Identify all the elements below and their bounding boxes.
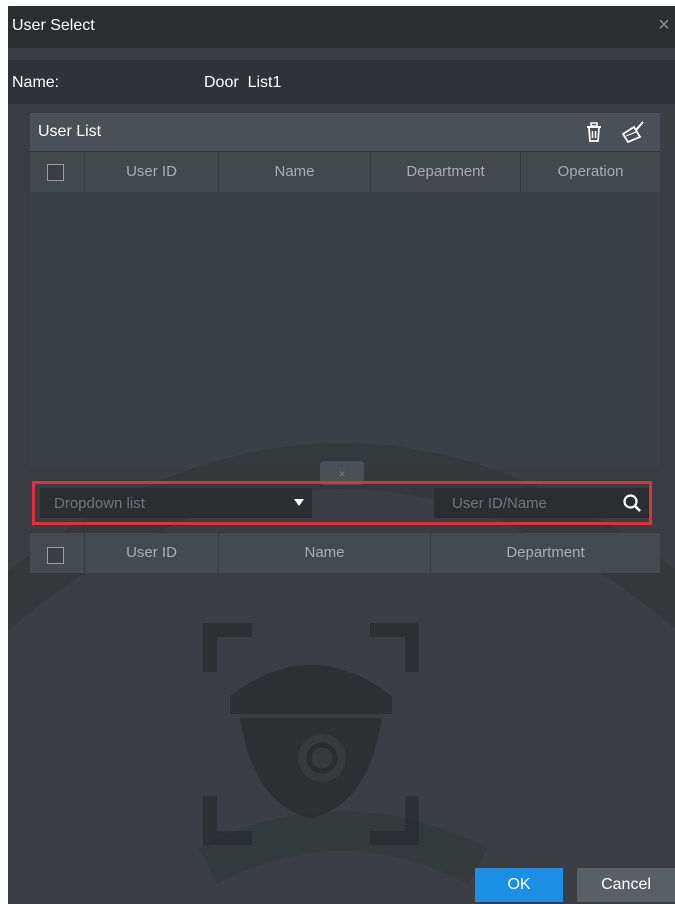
column-name: Name bbox=[219, 533, 431, 573]
dialog-title: User Select bbox=[12, 17, 95, 34]
user-list-table-head: User ID Name Department Operation bbox=[30, 151, 660, 192]
checkbox-column bbox=[30, 152, 85, 192]
user-select-dialog: User Select × Name: Door List1 User List bbox=[8, 6, 675, 904]
column-department: Department bbox=[371, 152, 521, 192]
broom-icon[interactable] bbox=[620, 120, 644, 144]
search-box bbox=[434, 488, 652, 518]
user-list-title: User List bbox=[38, 123, 102, 140]
chevron-down-icon bbox=[294, 499, 304, 506]
svg-text:×: × bbox=[338, 467, 345, 481]
column-name: Name bbox=[219, 152, 371, 192]
dropdown-label: Dropdown list bbox=[54, 495, 145, 512]
user-list-panel: User List User ID Name Department Operat… bbox=[30, 113, 660, 468]
ok-button[interactable]: OK bbox=[475, 868, 563, 902]
name-label: Name: bbox=[12, 74, 60, 91]
available-users-table-head: User ID Name Department bbox=[30, 532, 660, 573]
dropdown-select[interactable]: Dropdown list bbox=[40, 488, 312, 518]
column-operation: Operation bbox=[557, 163, 624, 180]
name-value: Door List1 bbox=[204, 74, 282, 91]
checkbox-column bbox=[30, 533, 85, 573]
available-users-panel: User ID Name Department bbox=[30, 532, 660, 862]
user-list-header: User List bbox=[30, 113, 660, 151]
column-user-id: User ID bbox=[85, 533, 219, 573]
close-icon[interactable]: × bbox=[653, 14, 675, 36]
search-input[interactable] bbox=[440, 488, 608, 518]
search-icon[interactable] bbox=[622, 493, 642, 513]
name-row: Name: Door List1 bbox=[8, 60, 675, 104]
cancel-button[interactable]: Cancel bbox=[577, 868, 675, 902]
trash-icon[interactable] bbox=[582, 120, 606, 144]
filter-row: Dropdown list bbox=[30, 482, 660, 522]
column-department: Department bbox=[506, 544, 585, 561]
column-user-id: User ID bbox=[85, 152, 219, 192]
title-bar: User Select × bbox=[8, 6, 675, 48]
